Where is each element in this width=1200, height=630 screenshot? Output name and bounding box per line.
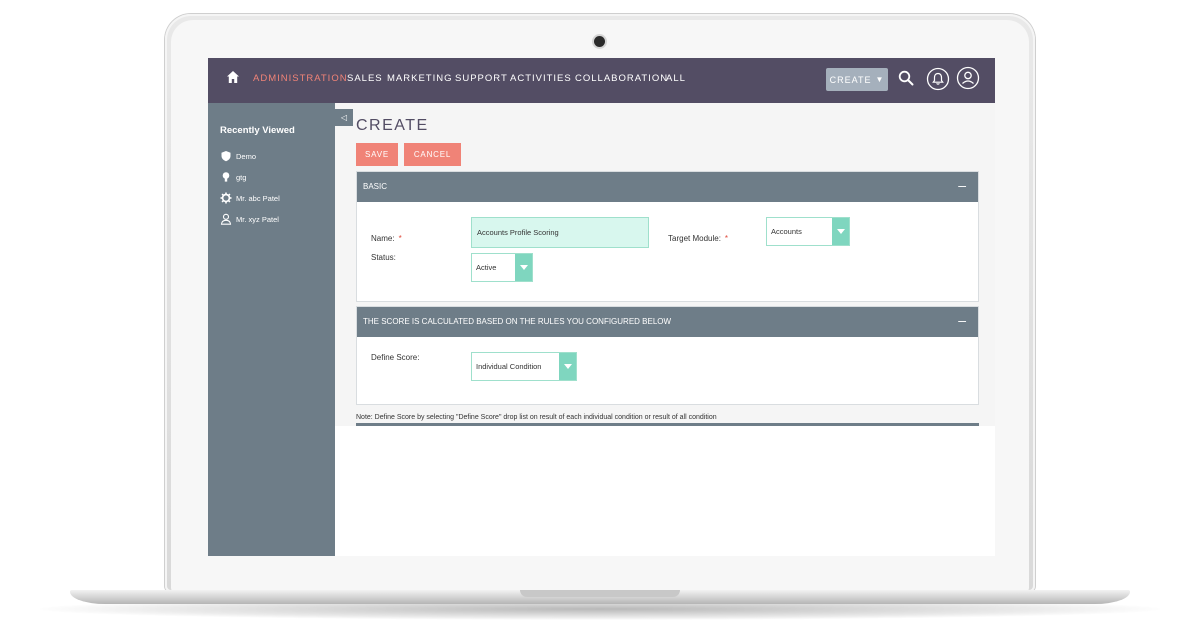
nav-item-sales[interactable]: SALES bbox=[347, 73, 383, 84]
sidebar: Recently Viewed Demo gtg Mr. abc Patel M… bbox=[208, 103, 335, 556]
dropdown-arrow-icon bbox=[832, 218, 849, 245]
recent-item-label: Mr. abc Patel bbox=[236, 193, 280, 203]
collapse-icon[interactable]: – bbox=[958, 177, 966, 193]
target-module-label: Target Module: * bbox=[668, 234, 728, 243]
dropdown-arrow-icon bbox=[515, 254, 532, 281]
lightbulb-icon bbox=[222, 172, 230, 182]
name-field[interactable]: Accounts Profile Scoring bbox=[471, 217, 649, 248]
app-screen: ADMINISTRATION SALES MARKETING SUPPORT A… bbox=[208, 58, 995, 556]
score-panel-title: THE SCORE IS CALCULATED BASED ON THE RUL… bbox=[363, 317, 672, 326]
user-icon[interactable] bbox=[956, 66, 980, 90]
recent-item-mr-abc-patel[interactable]: Mr. abc Patel bbox=[220, 191, 280, 205]
search-icon[interactable] bbox=[898, 70, 914, 86]
page-title: CREATE bbox=[356, 117, 429, 134]
create-button[interactable]: CREATE ▼ bbox=[826, 68, 888, 91]
status-label: Status: bbox=[371, 253, 396, 262]
recent-item-demo[interactable]: Demo bbox=[220, 149, 256, 163]
save-button[interactable]: SAVE bbox=[356, 143, 398, 166]
name-label: Name: * bbox=[371, 234, 402, 243]
sidebar-collapse-button[interactable]: ◁ bbox=[335, 109, 353, 126]
shield-icon bbox=[221, 151, 231, 162]
define-score-value: Individual Condition bbox=[476, 362, 542, 371]
status-value: Active bbox=[476, 263, 497, 272]
person-icon bbox=[220, 213, 232, 225]
target-module-select[interactable]: Accounts bbox=[766, 217, 850, 246]
nav-item-all[interactable]: ALL bbox=[666, 73, 686, 84]
home-icon[interactable] bbox=[226, 70, 240, 84]
nav-item-administration[interactable]: ADMINISTRATION bbox=[253, 73, 348, 84]
top-navigation: ADMINISTRATION SALES MARKETING SUPPORT A… bbox=[208, 58, 995, 103]
recent-item-mr-xyz-patel[interactable]: Mr. xyz Patel bbox=[220, 212, 279, 226]
caret-down-icon: ▼ bbox=[875, 75, 885, 84]
nav-item-marketing[interactable]: MARKETING bbox=[387, 73, 452, 84]
status-select[interactable]: Active bbox=[471, 253, 533, 282]
define-score-note: Note: Define Score by selecting "Define … bbox=[356, 414, 717, 421]
collapse-icon[interactable]: – bbox=[958, 312, 966, 328]
name-label-text: Name: bbox=[371, 234, 395, 243]
basic-panel-header[interactable]: BASIC – bbox=[357, 172, 978, 202]
nav-item-activities[interactable]: ACTIVITIES bbox=[510, 73, 572, 84]
dropdown-arrow-icon bbox=[559, 353, 576, 380]
nav-item-support[interactable]: SUPPORT bbox=[455, 73, 508, 84]
create-button-label: CREATE bbox=[829, 74, 872, 85]
define-score-label: Define Score: bbox=[371, 353, 420, 362]
score-panel: THE SCORE IS CALCULATED BASED ON THE RUL… bbox=[356, 306, 979, 405]
gear-icon bbox=[220, 192, 232, 204]
nav-item-collaboration[interactable]: COLLABORATION bbox=[575, 73, 668, 84]
target-module-label-text: Target Module: bbox=[668, 234, 721, 243]
basic-panel: BASIC – Name: * Accounts Profile Scoring … bbox=[356, 171, 979, 302]
score-panel-header[interactable]: THE SCORE IS CALCULATED BASED ON THE RUL… bbox=[357, 307, 978, 337]
bell-icon[interactable] bbox=[926, 67, 950, 91]
cancel-button[interactable]: CANCEL bbox=[404, 143, 461, 166]
basic-panel-title: BASIC bbox=[363, 182, 388, 191]
sidebar-title: Recently Viewed bbox=[220, 125, 295, 136]
target-module-value: Accounts bbox=[771, 227, 802, 236]
define-score-select[interactable]: Individual Condition bbox=[471, 352, 577, 381]
recent-item-label: Mr. xyz Patel bbox=[236, 214, 279, 224]
recent-item-label: gtg bbox=[236, 172, 247, 182]
required-mark: * bbox=[398, 234, 402, 243]
main-content: CREATE SAVE CANCEL BASIC – Name: * Accoun… bbox=[335, 103, 995, 556]
laptop-notch bbox=[520, 590, 680, 597]
required-mark: * bbox=[724, 234, 729, 243]
blank-area bbox=[335, 426, 995, 556]
form-area: CREATE SAVE CANCEL BASIC – Name: * Accoun… bbox=[335, 103, 995, 426]
recent-item-label: Demo bbox=[236, 151, 257, 161]
recent-item-gtg[interactable]: gtg bbox=[220, 170, 246, 184]
camera-icon bbox=[594, 36, 605, 47]
